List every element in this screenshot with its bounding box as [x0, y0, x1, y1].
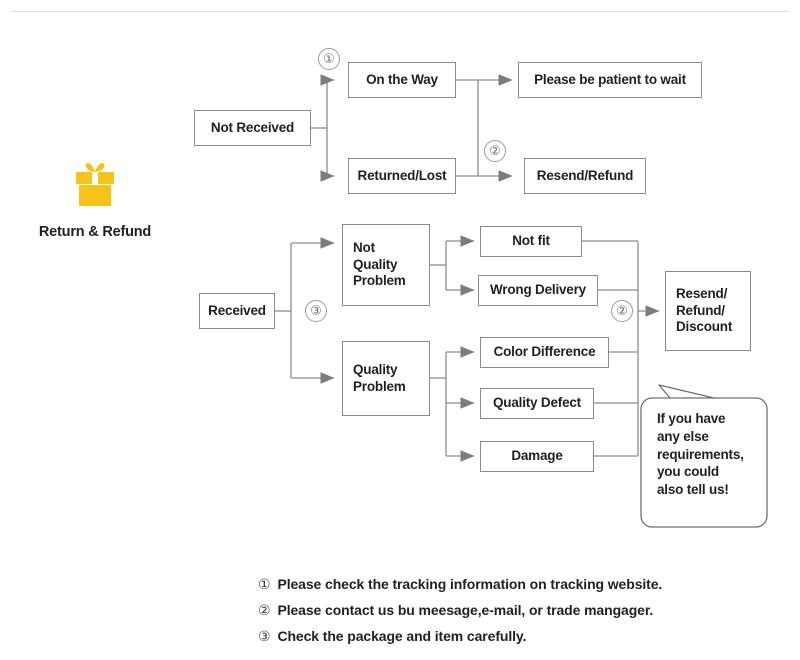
speech-bubble: If you have any else requirements, you c… [640, 384, 768, 528]
node-wrong-delivery[interactable]: Wrong Delivery [478, 275, 598, 306]
footnotes: ① Please check the tracking information … [258, 576, 778, 654]
node-damage[interactable]: Damage [480, 441, 594, 472]
node-not-fit[interactable]: Not fit [480, 226, 582, 257]
node-not-quality-problem[interactable]: Not Quality Problem [342, 224, 430, 306]
return-refund-badge: Return & Refund [22, 158, 168, 240]
footnote-3: ③ Check the package and item carefully. [258, 628, 778, 645]
footnote-1-number: ① [258, 577, 271, 593]
gift-box-icon [76, 162, 114, 206]
node-resend-refund-discount[interactable]: Resend/ Refund/ Discount [665, 271, 751, 351]
node-quality-problem[interactable]: Quality Problem [342, 341, 430, 416]
node-color-difference[interactable]: Color Difference [480, 337, 609, 368]
footnote-2: ② Please contact us bu meesage,e-mail, o… [258, 602, 778, 619]
footnote-1-text: Please check the tracking information on… [277, 576, 663, 592]
speech-bubble-text: If you have any else requirements, you c… [657, 411, 744, 498]
footnote-3-text: Check the package and item carefully. [277, 628, 527, 644]
node-received[interactable]: Received [199, 293, 275, 329]
node-not-received[interactable]: Not Received [194, 110, 311, 146]
footnote-2-text: Please contact us bu meesage,e-mail, or … [277, 602, 654, 618]
flowchart-canvas: Return & Refund Not Received On the Way … [0, 0, 800, 660]
header-divider [12, 11, 788, 12]
node-on-the-way[interactable]: On the Way [348, 62, 456, 98]
node-returned-lost[interactable]: Returned/Lost [348, 158, 456, 194]
step-marker-1: ① [318, 48, 340, 70]
step-marker-3: ③ [305, 300, 327, 322]
step-marker-2-top: ② [484, 140, 506, 162]
footnote-1: ① Please check the tracking information … [258, 576, 778, 593]
node-resend-refund[interactable]: Resend/Refund [524, 158, 646, 194]
footnote-3-number: ③ [258, 629, 271, 645]
step-marker-2-bottom: ② [611, 300, 633, 322]
node-quality-defect[interactable]: Quality Defect [480, 388, 594, 419]
node-please-be-patient[interactable]: Please be patient to wait [518, 62, 702, 98]
footnote-2-number: ② [258, 603, 271, 619]
badge-caption: Return & Refund [38, 224, 152, 240]
